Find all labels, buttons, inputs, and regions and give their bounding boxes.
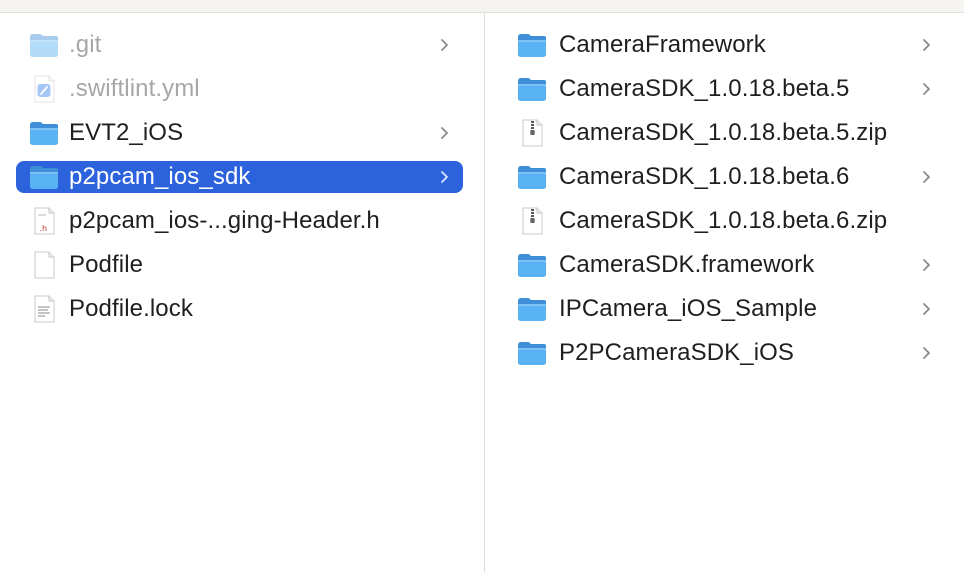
- folder-icon: [516, 339, 548, 367]
- browser-column-right[interactable]: CameraFramework CameraSDK_1.0.18.beta.5 Ca…: [485, 13, 964, 572]
- item-name: IPCamera_iOS_Sample: [559, 295, 818, 322]
- folder-row-cameraframework[interactable]: CameraFramework: [505, 29, 948, 61]
- file-row-camerasdk-1-0-18-beta-6-zip[interactable]: CameraSDK_1.0.18.beta.6.zip: [505, 205, 948, 237]
- folder-row-git[interactable]: .git: [16, 29, 463, 61]
- chevron-right-icon: [920, 82, 932, 96]
- folder-icon: [516, 31, 548, 59]
- file-row-camerasdk-1-0-18-beta-5-zip[interactable]: CameraSDK_1.0.18.beta.5.zip: [505, 117, 948, 149]
- item-name: P2PCameraSDK_iOS: [559, 339, 795, 366]
- text-document-icon: [28, 295, 60, 323]
- item-name: p2pcam_ios_sdk: [69, 163, 251, 190]
- chevron-right-icon: [438, 126, 450, 140]
- chevron-right-icon: [920, 170, 932, 184]
- chevron-right-icon: [438, 38, 450, 52]
- chevron-right-icon: [438, 170, 450, 184]
- folder-icon: [516, 75, 548, 103]
- zip-archive-icon: [516, 207, 548, 235]
- chevron-right-icon: [920, 258, 932, 272]
- browser-column-left[interactable]: .git .swiftlint.yml EVT2_iOS p2pcam_ios_sdk…: [0, 13, 485, 572]
- folder-icon: [28, 119, 60, 147]
- folder-row-p2pcam-ios-sdk[interactable]: p2pcam_ios_sdk: [16, 161, 463, 193]
- folder-icon: [28, 31, 60, 59]
- item-name: .swiftlint.yml: [69, 75, 200, 102]
- chevron-right-icon: [920, 346, 932, 360]
- file-row-podfile[interactable]: Podfile: [16, 249, 463, 281]
- chevron-right-icon: [920, 38, 932, 52]
- item-name: Podfile.lock: [69, 295, 193, 322]
- file-row-p2pcam-ios-ging-header-h[interactable]: .h p2pcam_ios-...ging-Header.h: [16, 205, 463, 237]
- folder-row-camerasdk-framework[interactable]: CameraSDK.framework: [505, 249, 948, 281]
- blank-document-icon: [28, 251, 60, 279]
- chevron-right-icon: [920, 302, 932, 316]
- header-file-icon: .h: [28, 207, 60, 235]
- item-name: CameraFramework: [559, 31, 766, 58]
- item-name: CameraSDK_1.0.18.beta.6.zip: [559, 207, 888, 234]
- folder-icon: [28, 163, 60, 191]
- item-name: CameraSDK.framework: [559, 251, 815, 278]
- item-name: Podfile: [69, 251, 144, 278]
- window-top-edge: [0, 0, 964, 13]
- item-name: p2pcam_ios-...ging-Header.h: [69, 207, 380, 234]
- file-row-podfile-lock[interactable]: Podfile.lock: [16, 293, 463, 325]
- folder-icon: [516, 251, 548, 279]
- folder-row-camerasdk-1-0-18-beta-5[interactable]: CameraSDK_1.0.18.beta.5: [505, 73, 948, 105]
- zip-archive-icon: [516, 119, 548, 147]
- item-name: .git: [69, 31, 102, 58]
- folder-row-evt2-ios[interactable]: EVT2_iOS: [16, 117, 463, 149]
- item-name: CameraSDK_1.0.18.beta.5: [559, 75, 850, 102]
- item-name: CameraSDK_1.0.18.beta.6: [559, 163, 850, 190]
- folder-row-p2pcamerasdk-ios[interactable]: P2PCameraSDK_iOS: [505, 337, 948, 369]
- folder-row-camerasdk-1-0-18-beta-6[interactable]: CameraSDK_1.0.18.beta.6: [505, 161, 948, 193]
- item-name: CameraSDK_1.0.18.beta.5.zip: [559, 119, 888, 146]
- item-name: EVT2_iOS: [69, 119, 184, 146]
- swift-file-icon: [28, 75, 60, 103]
- folder-icon: [516, 295, 548, 323]
- file-row-swiftlint-yml[interactable]: .swiftlint.yml: [16, 73, 463, 105]
- folder-icon: [516, 163, 548, 191]
- folder-row-ipcamera-ios-sample[interactable]: IPCamera_iOS_Sample: [505, 293, 948, 325]
- svg-text:.h: .h: [40, 224, 48, 233]
